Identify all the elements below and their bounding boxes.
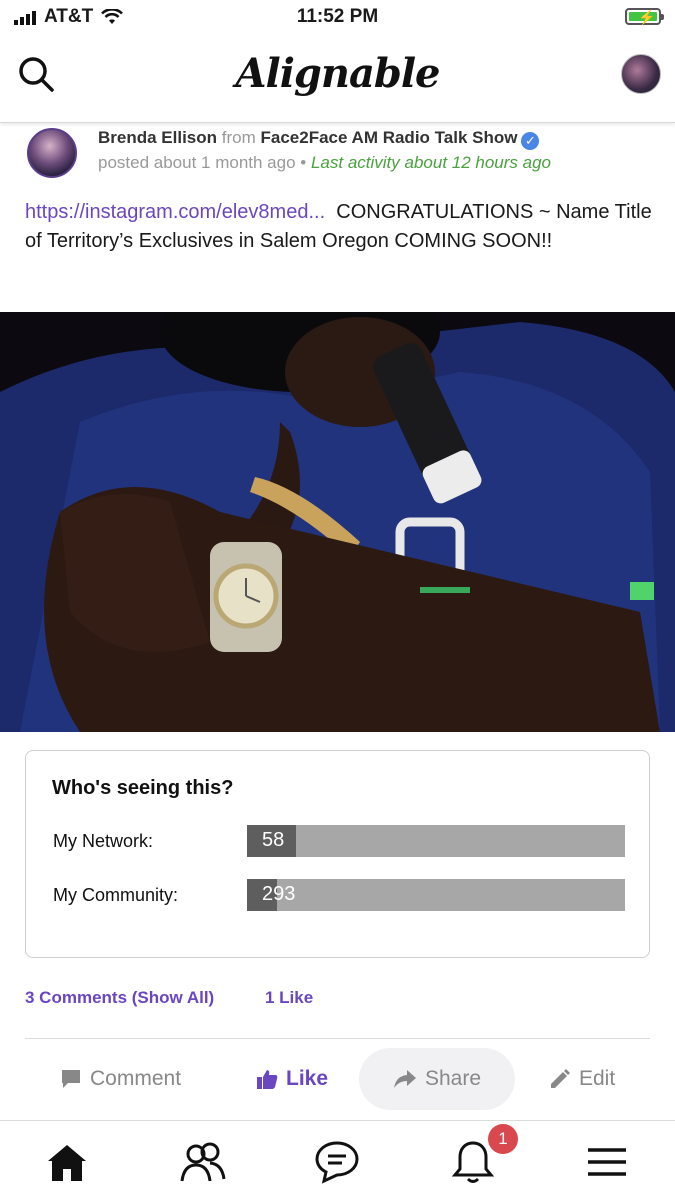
likes-link[interactable]: 1 Like — [265, 988, 313, 1008]
post-image[interactable] — [0, 312, 675, 732]
comment-icon — [62, 1070, 80, 1088]
notification-badge: 1 — [488, 1124, 518, 1154]
messages-icon[interactable] — [312, 1137, 362, 1187]
post-header: Brenda Ellison from Face2Face AM Radio T… — [0, 124, 675, 196]
performer-photo — [0, 312, 675, 732]
home-icon[interactable] — [42, 1137, 92, 1187]
app-logo[interactable]: Alignable — [0, 50, 675, 97]
clock: 11:52 PM — [296, 6, 379, 27]
post-meta: posted about 1 month ago • Last activity… — [98, 153, 551, 173]
author-name[interactable]: Brenda Ellison — [98, 128, 217, 147]
community-bar: 293 — [247, 879, 625, 911]
community-label: My Community: — [53, 885, 179, 905]
posted-time: posted about 1 month ago — [98, 153, 296, 172]
edit-label: Edit — [579, 1067, 616, 1090]
action-bar: Comment Like Share Edit — [0, 1048, 675, 1110]
status-bar: AT&T 11:52 PM ⚡ — [0, 0, 675, 36]
post-link[interactable]: https://instagram.com/elev8med... — [25, 201, 325, 223]
from-label: from — [221, 128, 256, 147]
network-bar: 58 — [247, 825, 625, 857]
pencil-icon — [551, 1069, 570, 1088]
network-value: 58 — [262, 829, 285, 851]
comment-button[interactable]: Comment — [60, 1048, 181, 1110]
thumbs-up-icon — [257, 1070, 278, 1089]
battery-icon: ⚡ — [625, 8, 664, 25]
menu-icon[interactable] — [582, 1137, 632, 1187]
bottom-nav — [0, 1120, 675, 1201]
comment-label: Comment — [90, 1067, 182, 1090]
comments-link[interactable]: 3 Comments (Show All) — [25, 988, 214, 1007]
meta-separator: • — [300, 153, 307, 172]
profile-avatar[interactable] — [621, 54, 661, 94]
community-value: 293 — [262, 883, 296, 905]
post-body: https://instagram.com/elev8med... CONGRA… — [25, 198, 655, 256]
app-header: Alignable — [0, 36, 675, 123]
business-name[interactable]: Face2Face AM Radio Talk Show — [261, 128, 518, 147]
verified-icon: ✓ — [521, 132, 540, 150]
network-icon[interactable] — [178, 1137, 228, 1187]
author-avatar[interactable] — [27, 128, 77, 178]
edit-button[interactable]: Edit — [549, 1048, 615, 1110]
audience-title: Who's seeing this? — [52, 777, 234, 799]
divider — [25, 1038, 650, 1039]
share-icon — [393, 1070, 416, 1088]
engagement-counts: 3 Comments (Show All) 1 Like — [25, 988, 313, 1008]
like-button[interactable]: Like — [256, 1048, 328, 1110]
last-activity: Last activity about 12 hours ago — [310, 153, 552, 172]
share-button[interactable]: Share — [359, 1048, 515, 1110]
audience-card: Who's seeing this? My Network: 58 My Com… — [25, 750, 650, 958]
network-label: My Network: — [53, 831, 154, 851]
author-line: Brenda Ellison from Face2Face AM Radio T… — [98, 128, 540, 150]
like-label: Like — [286, 1067, 329, 1090]
share-label: Share — [424, 1067, 482, 1090]
